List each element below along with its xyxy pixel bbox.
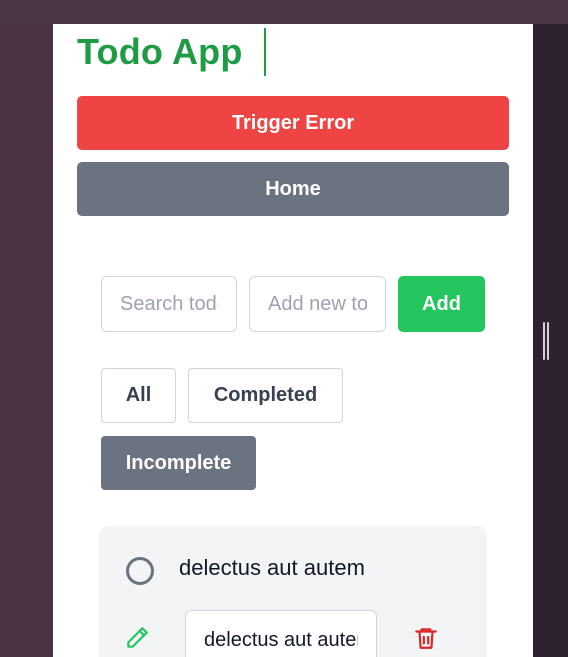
filter-completed-button[interactable]: Completed: [188, 368, 343, 423]
todo-item: delectus aut autem: [99, 526, 487, 657]
resize-handle[interactable]: [543, 322, 549, 360]
filter-all-button[interactable]: All: [101, 368, 176, 423]
todo-title: delectus aut autem: [179, 555, 365, 580]
todo-edit-input[interactable]: [185, 610, 377, 657]
trigger-error-button[interactable]: Trigger Error: [77, 96, 509, 150]
page-title: Todo App: [77, 28, 266, 76]
side-panel-background: [533, 24, 568, 657]
home-button[interactable]: Home: [77, 162, 509, 216]
desktop-background-left: [0, 0, 53, 657]
new-todo-input[interactable]: [249, 276, 386, 332]
trash-icon[interactable]: [413, 624, 439, 652]
app-panel: Todo App Trigger Error Home Add All Comp…: [53, 24, 533, 657]
circle-icon[interactable]: [126, 557, 154, 585]
pencil-icon[interactable]: [124, 625, 150, 651]
page-title-text: Todo App: [77, 31, 243, 72]
text-caret: [264, 28, 266, 76]
filter-incomplete-button[interactable]: Incomplete: [101, 436, 256, 490]
add-todo-button[interactable]: Add: [398, 276, 485, 332]
desktop-background-top: [0, 0, 568, 24]
search-input[interactable]: [101, 276, 237, 332]
